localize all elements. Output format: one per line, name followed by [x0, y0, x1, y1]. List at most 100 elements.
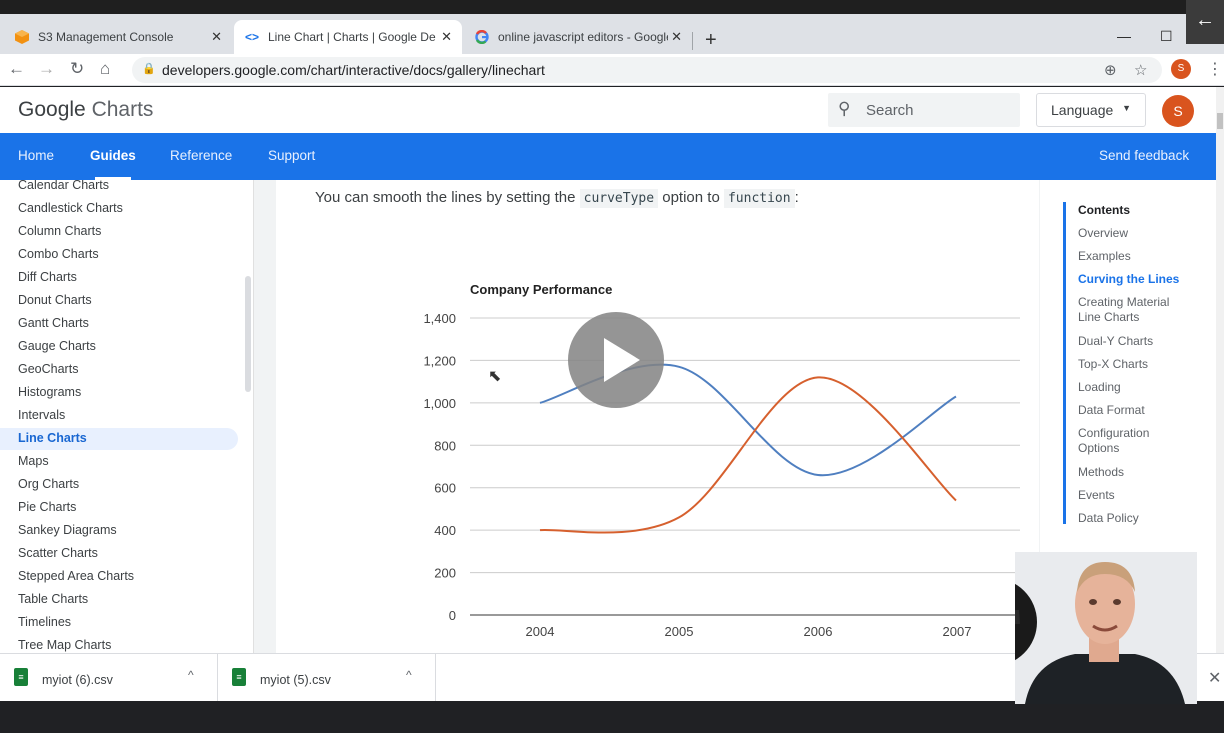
sidebar-item[interactable]: Maps [18, 454, 49, 468]
url-text: developers.google.com/chart/interactive/… [162, 62, 545, 78]
search-placeholder: Search [866, 102, 914, 119]
bottom-strip [0, 701, 1224, 733]
play-button[interactable] [568, 312, 664, 408]
close-tab-icon[interactable]: ✕ [441, 29, 452, 45]
tab-google-search[interactable]: online javascript editors - Google ✕ [464, 20, 692, 54]
sidebar-item[interactable]: Candlestick Charts [18, 201, 123, 215]
send-feedback-link[interactable]: Send feedback [1099, 148, 1189, 163]
page-header: Google Charts ⚲ Search Language ▼ S [0, 87, 1216, 133]
chevron-up-icon[interactable]: ^ [188, 668, 194, 682]
code-brackets-icon: <> [244, 30, 259, 44]
csv-file-icon: ≡ [232, 668, 246, 686]
sidebar-item[interactable]: Histograms [18, 385, 81, 399]
toc-item[interactable]: Data Format [1078, 403, 1190, 418]
page-scrollbar[interactable] [1216, 87, 1224, 653]
y-tick-label: 400 [434, 523, 456, 538]
nav-home[interactable]: Home [18, 148, 54, 163]
download-item[interactable]: ≡ myiot (5).csv ^ [218, 654, 436, 702]
download-filename: myiot (6).csv [42, 673, 113, 687]
toc-item[interactable]: Overview [1078, 226, 1190, 241]
maximize-icon[interactable]: ☐ [1160, 28, 1173, 45]
address-bar: ← → ↻ ⌂ 🔒 developers.google.com/chart/in… [0, 54, 1224, 86]
lock-icon: 🔒 [142, 63, 156, 75]
close-download-bar-icon[interactable]: ✕ [1208, 668, 1221, 688]
y-tick-label: 1,000 [423, 396, 456, 411]
y-tick-label: 200 [434, 566, 456, 581]
close-tab-icon[interactable]: ✕ [671, 29, 682, 45]
avatar[interactable]: S [1162, 95, 1194, 127]
sidebar-item[interactable]: Column Charts [18, 224, 101, 238]
toc-item[interactable]: Events [1078, 488, 1190, 503]
sidebar-item[interactable]: Scatter Charts [18, 546, 98, 560]
chart-title: Company Performance [470, 282, 612, 297]
profile-icon[interactable]: S [1171, 59, 1191, 79]
toc-bar [1063, 202, 1066, 524]
sidebar-item[interactable]: Gauge Charts [18, 339, 96, 353]
nav-support[interactable]: Support [268, 148, 315, 163]
omnibox[interactable]: 🔒 developers.google.com/chart/interactiv… [132, 57, 1162, 83]
home-icon[interactable]: ⌂ [100, 59, 110, 79]
star-icon[interactable]: ☆ [1134, 61, 1147, 79]
toc-item[interactable]: Loading [1078, 380, 1190, 395]
webcam-overlay [1015, 552, 1197, 704]
sidebar-item[interactable]: Combo Charts [18, 247, 99, 261]
y-tick-label: 1,200 [423, 353, 456, 368]
tab-line-chart[interactable]: <> Line Chart | Charts | Google De ✕ [234, 20, 462, 54]
minimize-icon[interactable]: — [1117, 28, 1131, 44]
sidebar-item[interactable]: Intervals [18, 408, 65, 422]
sidebar-item[interactable]: Timelines [18, 615, 71, 629]
toc-item[interactable]: Data Policy [1078, 511, 1190, 526]
tab-s3[interactable]: S3 Management Console ✕ [4, 20, 232, 54]
google-charts-logo[interactable]: Google Charts [18, 98, 153, 122]
menu-dots-icon[interactable]: ⋮ [1207, 59, 1223, 79]
nav-guides[interactable]: Guides [90, 148, 136, 163]
sidebar-item[interactable]: GeoCharts [18, 362, 78, 376]
x-tick-label: 2007 [943, 624, 972, 639]
reload-icon[interactable]: ↻ [70, 59, 84, 79]
y-tick-label: 800 [434, 438, 456, 453]
close-tab-icon[interactable]: ✕ [211, 29, 222, 45]
sidebar-item[interactable]: Calendar Charts [18, 180, 109, 192]
sidebar-item[interactable]: Donut Charts [18, 293, 92, 307]
chevron-up-icon[interactable]: ^ [406, 668, 412, 682]
forward-icon[interactable]: → [38, 59, 55, 79]
sidebar-item[interactable]: Table Charts [18, 592, 88, 606]
sidebar-scrollbar[interactable] [245, 276, 251, 392]
scrollbar-thumb[interactable] [1217, 113, 1223, 129]
language-select[interactable]: Language ▼ [1036, 93, 1146, 127]
add-icon[interactable]: ⊕ [1104, 61, 1117, 79]
line-chart: Company Performance 0 200 400 600 800 1,000 1,2… [423, 282, 1020, 639]
sidebar-item[interactable]: Pie Charts [18, 500, 76, 514]
new-tab-button[interactable]: + [705, 29, 717, 52]
toc-item[interactable]: Creating Material Line Charts [1078, 295, 1190, 325]
sidebar-item[interactable]: Stepped Area Charts [18, 569, 134, 583]
sidebar-item[interactable]: Org Charts [18, 477, 79, 491]
download-item[interactable]: ≡ myiot (6).csv ^ [0, 654, 218, 702]
play-icon [604, 338, 640, 382]
back-arrow-icon[interactable]: ← [1186, 0, 1224, 44]
nav-reference[interactable]: Reference [170, 148, 232, 163]
sidebar-item[interactable]: Tree Map Charts [18, 638, 111, 652]
tab-separator [692, 32, 693, 50]
toc-item[interactable]: Dual-Y Charts [1078, 334, 1190, 349]
toc-item[interactable]: Examples [1078, 249, 1190, 264]
x-tick-label: 2006 [804, 624, 833, 639]
sidebar-item[interactable]: Diff Charts [18, 270, 77, 284]
toc-item[interactable]: Configuration Options [1078, 426, 1190, 456]
tab-bar: S3 Management Console ✕ <> Line Chart | … [0, 14, 1224, 54]
toc-item-active[interactable]: Curving the Lines [1078, 272, 1190, 287]
y-tick-label: 1,400 [423, 311, 456, 326]
screen: S3 Management Console ✕ <> Line Chart | … [0, 0, 1224, 733]
sidebar-item[interactable]: Gantt Charts [18, 316, 89, 330]
back-icon[interactable]: ← [8, 59, 25, 79]
y-tick-label: 0 [449, 608, 456, 623]
sidebar-item[interactable]: Sankey Diagrams [18, 523, 117, 537]
tab-title: online javascript editors - Google [498, 30, 668, 44]
toc-item[interactable]: Top-X Charts [1078, 357, 1190, 372]
search-input[interactable]: ⚲ Search [828, 93, 1020, 127]
dropdown-arrow-icon: ▼ [1122, 103, 1131, 113]
x-tick-label: 2004 [526, 624, 555, 639]
search-icon: ⚲ [838, 99, 851, 118]
sidebar-item-line-charts[interactable]: Line Charts [18, 431, 87, 445]
toc-item[interactable]: Methods [1078, 465, 1190, 480]
